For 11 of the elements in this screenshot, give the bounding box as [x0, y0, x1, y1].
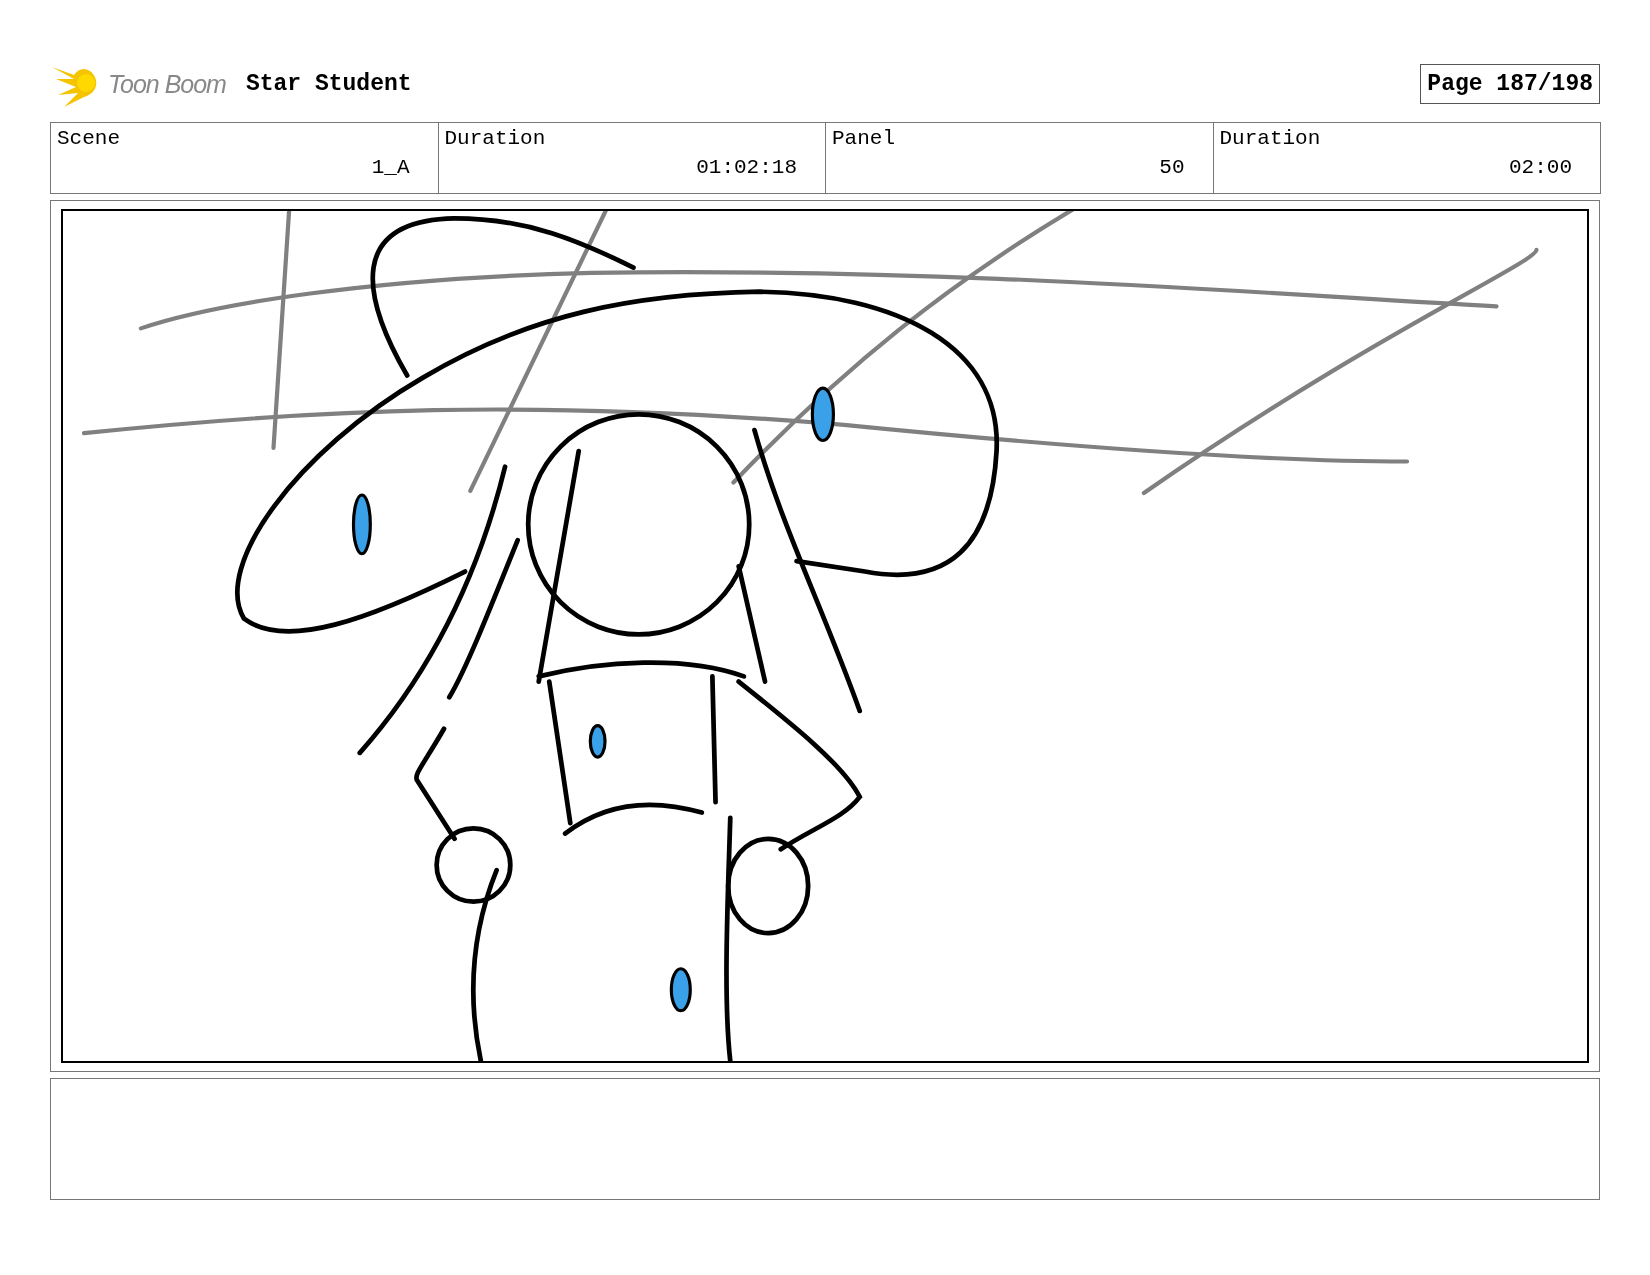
- field-label: Duration: [444, 127, 547, 150]
- field-value: 02:00: [1509, 156, 1572, 179]
- field-value: 01:02:18: [696, 156, 797, 179]
- field-value: 50: [1159, 156, 1185, 179]
- field-label: Panel: [832, 127, 896, 150]
- field-value: 1_A: [371, 156, 410, 179]
- storyboard-title: Star Student: [245, 71, 412, 97]
- page-number: Page 187/198: [1420, 64, 1600, 104]
- field-label: Duration: [1219, 127, 1322, 150]
- logo-text: Toon Boom: [108, 69, 226, 99]
- field-label: Scene: [57, 127, 121, 150]
